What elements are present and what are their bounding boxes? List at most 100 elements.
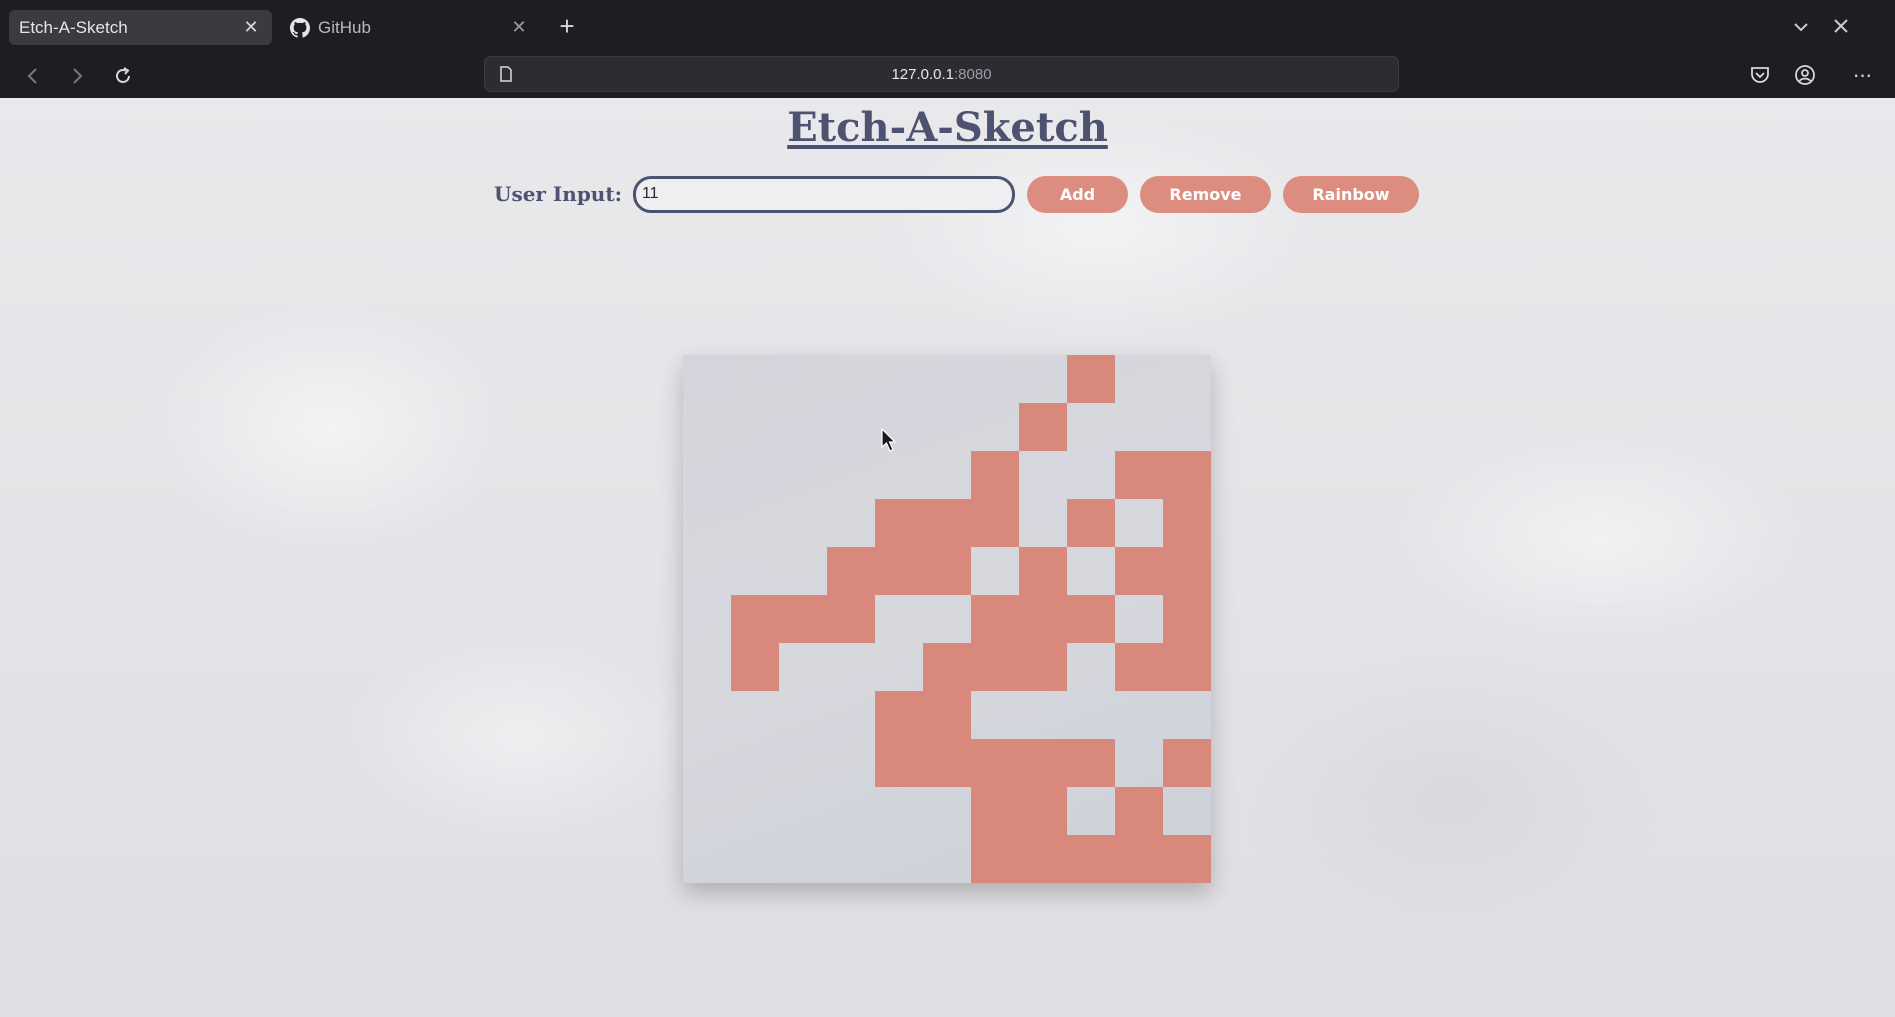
- grid-cell[interactable]: [731, 355, 779, 403]
- grid-cell[interactable]: [1019, 787, 1067, 835]
- grid-cell[interactable]: [1067, 499, 1115, 547]
- user-input-field[interactable]: [632, 175, 1015, 213]
- grid-cell[interactable]: [971, 643, 1019, 691]
- grid-cell[interactable]: [1019, 739, 1067, 787]
- grid-cell[interactable]: [683, 835, 731, 883]
- grid-cell[interactable]: [971, 547, 1019, 595]
- grid-cell[interactable]: [683, 451, 731, 499]
- grid-cell[interactable]: [923, 499, 971, 547]
- grid-cell[interactable]: [1163, 499, 1211, 547]
- grid-cell[interactable]: [779, 403, 827, 451]
- add-button[interactable]: Add: [1026, 175, 1128, 213]
- grid-cell[interactable]: [683, 547, 731, 595]
- grid-cell[interactable]: [1067, 643, 1115, 691]
- window-close-icon[interactable]: [1828, 13, 1854, 39]
- grid-cell[interactable]: [1115, 691, 1163, 739]
- grid-cell[interactable]: [1019, 403, 1067, 451]
- grid-cell[interactable]: [971, 499, 1019, 547]
- grid-cell[interactable]: [1163, 787, 1211, 835]
- grid-cell[interactable]: [683, 499, 731, 547]
- grid-cell[interactable]: [827, 691, 875, 739]
- grid-cell[interactable]: [875, 451, 923, 499]
- grid-cell[interactable]: [731, 691, 779, 739]
- grid-cell[interactable]: [683, 355, 731, 403]
- grid-cell[interactable]: [731, 499, 779, 547]
- tab-close-icon[interactable]: ✕: [508, 17, 530, 39]
- grid-cell[interactable]: [875, 595, 923, 643]
- grid-cell[interactable]: [1019, 547, 1067, 595]
- grid-cell[interactable]: [779, 739, 827, 787]
- grid-cell[interactable]: [779, 499, 827, 547]
- grid-cell[interactable]: [971, 691, 1019, 739]
- grid-cell[interactable]: [683, 787, 731, 835]
- grid-cell[interactable]: [971, 787, 1019, 835]
- grid-cell[interactable]: [779, 835, 827, 883]
- grid-cell[interactable]: [923, 547, 971, 595]
- grid-cell[interactable]: [923, 787, 971, 835]
- menu-icon[interactable]: ···: [1849, 62, 1875, 88]
- grid-cell[interactable]: [1115, 835, 1163, 883]
- grid-cell[interactable]: [923, 835, 971, 883]
- grid-cell[interactable]: [731, 403, 779, 451]
- grid-cell[interactable]: [683, 739, 731, 787]
- grid-cell[interactable]: [923, 403, 971, 451]
- grid-cell[interactable]: [1019, 499, 1067, 547]
- grid-cell[interactable]: [731, 547, 779, 595]
- grid-cell[interactable]: [779, 691, 827, 739]
- grid-cell[interactable]: [875, 739, 923, 787]
- grid-cell[interactable]: [1163, 403, 1211, 451]
- grid-cell[interactable]: [1115, 595, 1163, 643]
- grid-cell[interactable]: [875, 691, 923, 739]
- grid-cell[interactable]: [1067, 547, 1115, 595]
- grid-cell[interactable]: [683, 403, 731, 451]
- grid-cell[interactable]: [731, 451, 779, 499]
- grid-cell[interactable]: [971, 595, 1019, 643]
- grid-cell[interactable]: [875, 355, 923, 403]
- grid-cell[interactable]: [923, 451, 971, 499]
- grid-cell[interactable]: [827, 403, 875, 451]
- grid-cell[interactable]: [1115, 451, 1163, 499]
- grid-cell[interactable]: [971, 355, 1019, 403]
- grid-cell[interactable]: [827, 499, 875, 547]
- grid-cell[interactable]: [923, 595, 971, 643]
- grid-cell[interactable]: [875, 643, 923, 691]
- grid-cell[interactable]: [971, 451, 1019, 499]
- grid-cell[interactable]: [1115, 739, 1163, 787]
- tab-close-icon[interactable]: ✕: [240, 17, 262, 39]
- grid-cell[interactable]: [1067, 595, 1115, 643]
- grid-cell[interactable]: [875, 547, 923, 595]
- grid-cell[interactable]: [779, 451, 827, 499]
- grid-cell[interactable]: [779, 355, 827, 403]
- grid-cell[interactable]: [1115, 787, 1163, 835]
- sketch-grid[interactable]: [683, 355, 1211, 883]
- back-arrow-icon[interactable]: [19, 62, 47, 90]
- grid-cell[interactable]: [779, 787, 827, 835]
- grid-cell[interactable]: [1163, 739, 1211, 787]
- grid-cell[interactable]: [875, 787, 923, 835]
- grid-cell[interactable]: [1115, 403, 1163, 451]
- grid-cell[interactable]: [1067, 787, 1115, 835]
- grid-cell[interactable]: [731, 787, 779, 835]
- grid-cell[interactable]: [731, 835, 779, 883]
- grid-cell[interactable]: [1019, 691, 1067, 739]
- grid-cell[interactable]: [1067, 403, 1115, 451]
- grid-cell[interactable]: [731, 739, 779, 787]
- grid-cell[interactable]: [1163, 547, 1211, 595]
- grid-cell[interactable]: [1067, 835, 1115, 883]
- grid-cell[interactable]: [1019, 643, 1067, 691]
- grid-cell[interactable]: [779, 547, 827, 595]
- reload-icon[interactable]: [109, 62, 137, 90]
- grid-cell[interactable]: [1163, 835, 1211, 883]
- grid-cell[interactable]: [827, 451, 875, 499]
- grid-cell[interactable]: [827, 547, 875, 595]
- grid-cell[interactable]: [827, 835, 875, 883]
- grid-cell[interactable]: [1163, 595, 1211, 643]
- grid-cell[interactable]: [875, 499, 923, 547]
- grid-cell[interactable]: [1163, 643, 1211, 691]
- grid-cell[interactable]: [1115, 499, 1163, 547]
- grid-cell[interactable]: [1067, 691, 1115, 739]
- grid-cell[interactable]: [1163, 451, 1211, 499]
- grid-cell[interactable]: [683, 643, 731, 691]
- grid-cell[interactable]: [731, 595, 779, 643]
- rainbow-button[interactable]: Rainbow: [1282, 175, 1419, 213]
